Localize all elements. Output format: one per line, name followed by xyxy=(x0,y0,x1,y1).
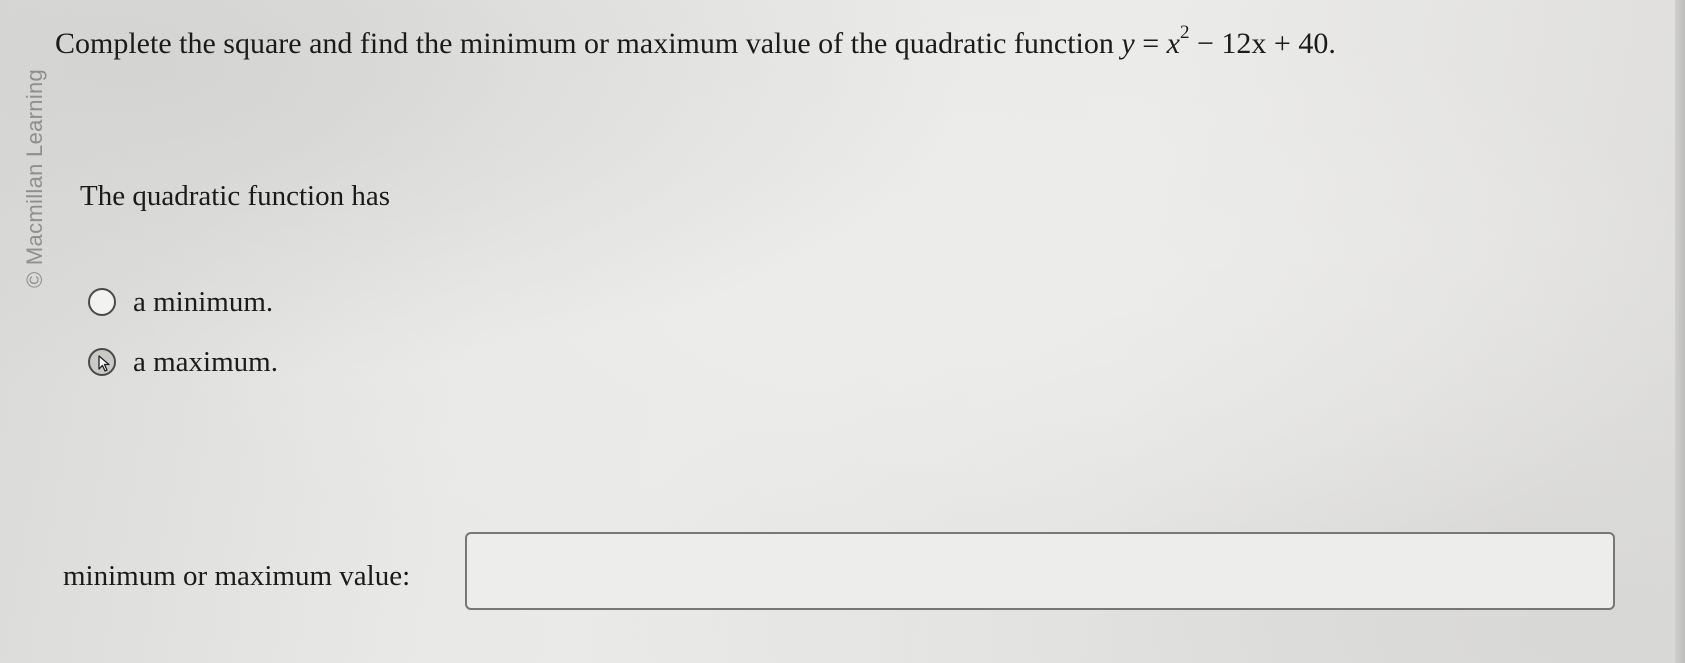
question-stem: Complete the square and find the minimum… xyxy=(55,27,1114,60)
screen-edge xyxy=(1675,0,1685,663)
option-minimum-label: a minimum. xyxy=(133,285,274,318)
option-minimum[interactable]: a minimum. xyxy=(88,285,273,319)
answer-label: minimum or maximum value: xyxy=(63,560,411,592)
radio-maximum[interactable] xyxy=(88,348,116,376)
equation: y = x2 − 12x + 40. xyxy=(1121,22,1336,60)
question-panel: © Macmillan Learning Complete the square… xyxy=(0,0,1685,663)
radio-minimum[interactable] xyxy=(88,288,116,316)
answer-input[interactable] xyxy=(465,532,1615,610)
option-maximum[interactable]: a maximum. xyxy=(88,345,278,379)
prompt-text: The quadratic function has xyxy=(80,180,391,212)
pointer-cursor-icon xyxy=(98,355,110,372)
question-text: Complete the square and find the minimum… xyxy=(55,22,1336,61)
option-maximum-label: a maximum. xyxy=(133,345,278,378)
copyright-watermark: © Macmillan Learning xyxy=(22,68,47,288)
